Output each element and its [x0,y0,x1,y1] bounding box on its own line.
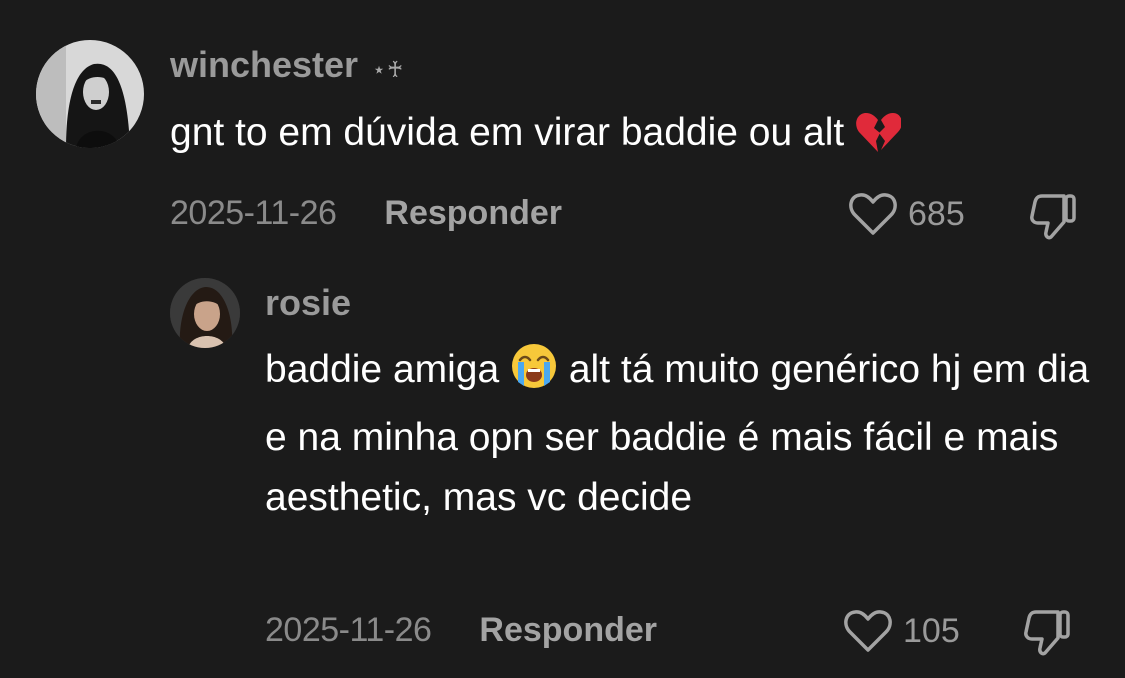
user-badge: ⋆♰ [372,57,405,82]
thumbs-down-icon [1024,610,1070,656]
like-count: 105 [903,611,960,650]
reply-button[interactable]: Responder [384,194,562,232]
like-button[interactable]: 105 [843,608,960,654]
thumbs-down-icon [1030,194,1076,240]
username[interactable]: rosie [265,282,351,324]
dislike-button[interactable] [1022,606,1074,663]
dislike-button[interactable] [1028,190,1080,247]
avatar[interactable] [170,278,240,348]
avatar[interactable] [36,40,144,148]
avatar-photo-icon [170,278,240,348]
comment-winchester: winchester ⋆♰ gnt to em dúvida em virar b… [0,0,1125,260]
username[interactable]: winchester ⋆♰ [170,44,404,86]
comment-text: baddie amiga alt tá muito genérico hj em… [265,340,1095,528]
loudly-crying-face-icon [510,342,558,408]
heart-outline-icon [849,193,897,235]
broken-heart-icon [855,111,902,171]
reply-button[interactable]: Responder [479,611,657,649]
comment-text: gnt to em dúvida em virar baddie ou alt [170,103,1090,171]
comment-rosie: rosie baddie amiga alt tá muito genérico… [0,260,1125,678]
comment-date: 2025-11-26 [265,611,432,649]
avatar-photo-icon [36,40,144,148]
heart-outline-icon [844,610,892,652]
comment-date: 2025-11-26 [170,194,337,232]
comment-meta: 2025-11-26 Responder [170,194,562,233]
comment-meta: 2025-11-26 Responder [265,611,657,650]
like-count: 685 [908,194,965,233]
like-button[interactable]: 685 [848,191,965,237]
